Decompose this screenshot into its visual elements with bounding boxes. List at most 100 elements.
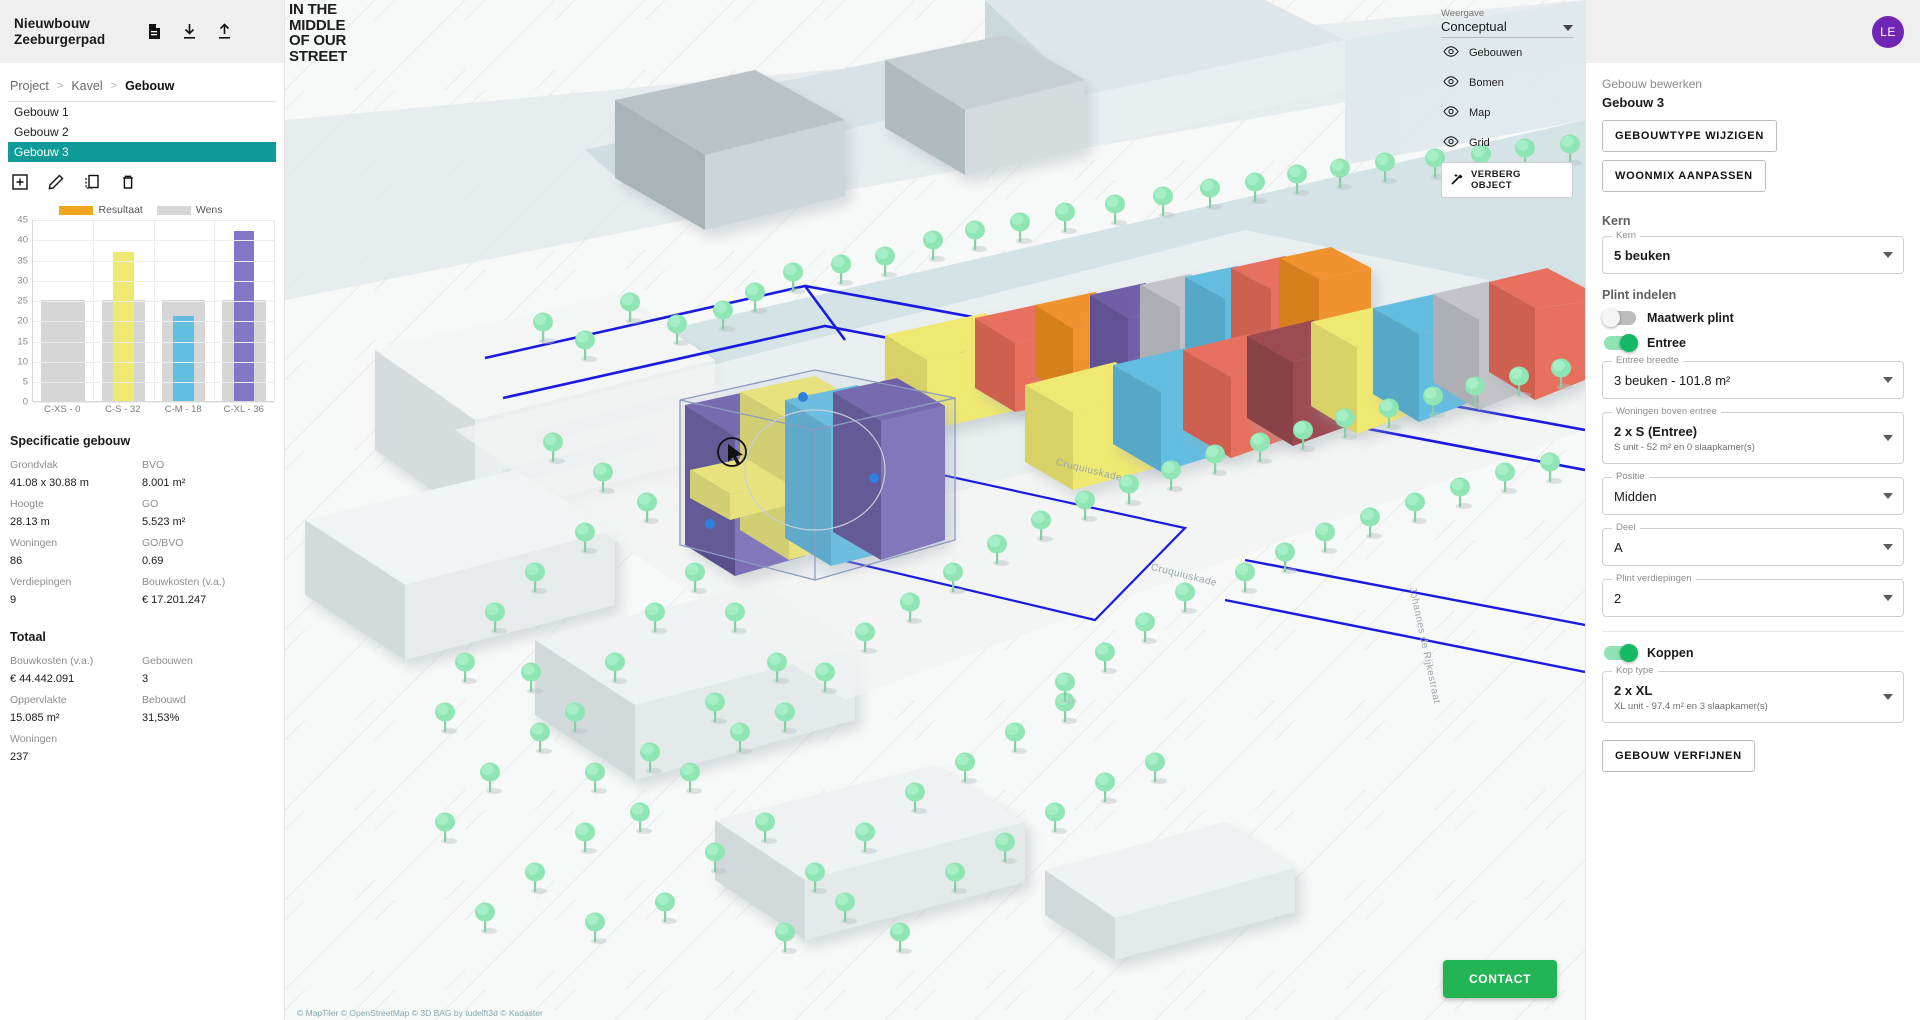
avatar[interactable]: LE bbox=[1872, 15, 1904, 48]
x-tick-label: C-M - 18 bbox=[164, 404, 202, 416]
bar-group bbox=[33, 220, 93, 402]
section-divider bbox=[1602, 631, 1904, 632]
chart-plot-area bbox=[32, 220, 275, 404]
breadcrumb: Project > Kavel > Gebouw bbox=[0, 63, 284, 101]
spec-value: 9 bbox=[10, 594, 17, 607]
layer-toggle-gebouwen[interactable]: Gebouwen bbox=[1441, 38, 1573, 68]
upload-icon[interactable] bbox=[217, 23, 232, 40]
chevron-down-icon bbox=[1563, 19, 1573, 34]
spec-value: 86 bbox=[10, 555, 23, 568]
entree-row[interactable]: Entree bbox=[1604, 334, 1904, 352]
right-header: LE bbox=[1586, 0, 1920, 63]
field-label: Deel bbox=[1612, 522, 1640, 533]
field-label: Woningen boven entree bbox=[1612, 406, 1721, 417]
layer-toggle-grid[interactable]: Grid bbox=[1441, 128, 1573, 158]
duplicate-icon[interactable] bbox=[84, 174, 100, 190]
total-grid: Bouwkosten (v.a.) Gebouwen € 44.442.091 3 Op… bbox=[10, 654, 274, 769]
delete-icon[interactable] bbox=[120, 174, 136, 190]
field-value: A bbox=[1614, 540, 1623, 555]
download-icon[interactable] bbox=[182, 23, 197, 40]
layer-label: Bomen bbox=[1469, 77, 1504, 89]
chart-plot: 45 40 35 30 25 20 15 10 5 0 C-XS - 0 C-S - 32 C-M -… bbox=[6, 215, 278, 420]
chart-x-axis: C-XS - 0 C-S - 32 C-M - 18 C-XL - 36 bbox=[32, 404, 274, 415]
edit-icon[interactable] bbox=[48, 174, 64, 190]
map-attribution[interactable]: © MapTiler © OpenStreetMap © 3D BAG by t… bbox=[297, 1008, 543, 1018]
field-label: Positie bbox=[1612, 471, 1649, 482]
list-tools bbox=[0, 162, 284, 196]
hide-object-button[interactable]: VERBERG OBJECT bbox=[1441, 162, 1573, 198]
bar-resultaat bbox=[233, 231, 255, 402]
edit-building-form: Gebouw bewerken Gebouw 3 GEBOUWTYPE WIJZ… bbox=[1586, 63, 1920, 1020]
entree-toggle[interactable] bbox=[1604, 334, 1638, 352]
chevron-down-icon bbox=[1883, 252, 1893, 258]
viewport-3d[interactable]: IN THE MIDDLE OF OUR STREET Cruquiuskade Cr… bbox=[285, 0, 1585, 1020]
field-value: 3 beuken - 101.8 m² bbox=[1614, 373, 1731, 388]
spec-value: 237 bbox=[10, 751, 29, 764]
spec-value: 15.085 m² bbox=[10, 712, 60, 725]
weergave-label: Weergave bbox=[1441, 8, 1485, 19]
kop-type-value: 2 x XL bbox=[1614, 683, 1653, 698]
chevron-down-icon bbox=[1883, 493, 1893, 499]
field-woningen-boven-entree[interactable]: Woningen boven entree 2 x S (Entree) S u… bbox=[1602, 406, 1904, 464]
layer-control: Weergave Conceptual Gebouwen Bomen Map Grid… bbox=[1441, 8, 1573, 198]
field-sub: S unit - 52 m² en 0 slaapkamer(s) bbox=[1614, 442, 1755, 453]
kern-select[interactable]: Kern 5 beuken bbox=[1602, 230, 1904, 274]
legend-swatch bbox=[156, 205, 191, 215]
contact-button[interactable]: CONTACT bbox=[1443, 960, 1557, 998]
refine-building-button[interactable]: GEBOUW VERFIJNEN bbox=[1602, 740, 1755, 772]
spec-key: Hoogte bbox=[10, 498, 44, 511]
layer-toggle-bomen[interactable]: Bomen bbox=[1441, 68, 1573, 98]
building-list-item[interactable]: Gebouw 1 bbox=[8, 102, 276, 122]
weergave-select[interactable]: Conceptual bbox=[1441, 19, 1573, 38]
spec-key: Gebouwen bbox=[142, 655, 193, 668]
kop-type-select[interactable]: Kop type 2 x XL XL unit - 97.4 m² en 3 s… bbox=[1602, 665, 1904, 723]
building-list-item[interactable]: Gebouw 3 bbox=[8, 142, 276, 162]
koppen-row[interactable]: Koppen bbox=[1604, 644, 1904, 662]
field-deel[interactable]: Deel A bbox=[1602, 522, 1904, 566]
y-tick-label: 30 bbox=[17, 275, 28, 287]
adjust-woonmix-button[interactable]: WOONMIX AANPASSEN bbox=[1602, 160, 1766, 192]
koppen-toggle[interactable] bbox=[1604, 644, 1638, 662]
left-header: Nieuwbouw Zeeburgerpad bbox=[0, 0, 284, 63]
field-positie[interactable]: Positie Midden bbox=[1602, 471, 1904, 515]
spec-value bbox=[142, 749, 274, 765]
spec-value: € 44.442.091 bbox=[10, 673, 75, 686]
field-plint-verdiepingen[interactable]: Plint verdiepingen 2 bbox=[1602, 573, 1904, 617]
spec-value: 31,53% bbox=[142, 712, 180, 725]
chevron-down-icon bbox=[1883, 377, 1893, 383]
bar-wens bbox=[41, 300, 85, 402]
field-value: 2 x S (Entree) bbox=[1614, 424, 1698, 439]
field-entree-breedte[interactable]: Entree breedte 3 beuken - 101.8 m² bbox=[1602, 355, 1904, 399]
bar-group bbox=[154, 220, 214, 402]
spec-heading: Specificatie gebouw bbox=[10, 434, 131, 449]
legend-label: Wens bbox=[195, 204, 223, 217]
breadcrumb-item-kavel[interactable]: Kavel bbox=[71, 79, 102, 93]
spec-value: € 17.201.247 bbox=[142, 594, 207, 607]
header-actions bbox=[147, 23, 270, 40]
gridline bbox=[33, 402, 274, 404]
add-icon[interactable] bbox=[12, 174, 28, 190]
scene-canvas[interactable] bbox=[285, 0, 1585, 1020]
building-list-item[interactable]: Gebouw 2 bbox=[8, 122, 276, 142]
kern-label: Kern bbox=[1612, 230, 1641, 241]
layer-toggle-map[interactable]: Map bbox=[1441, 98, 1573, 128]
spec-key: Bouwkosten (v.a.) bbox=[142, 576, 226, 589]
layer-label: Map bbox=[1469, 107, 1491, 119]
chevron-down-icon bbox=[1883, 595, 1893, 601]
gridline-vertical bbox=[93, 220, 95, 402]
maatwerk-plint-toggle[interactable] bbox=[1602, 309, 1636, 327]
document-icon[interactable] bbox=[147, 23, 162, 40]
breadcrumb-item-project[interactable]: Project bbox=[10, 79, 49, 93]
maatwerk-plint-row[interactable]: Maatwerk plint bbox=[1602, 309, 1904, 327]
bar-group bbox=[93, 220, 153, 402]
spec-key: Verdiepingen bbox=[10, 576, 72, 589]
y-tick-label: 40 bbox=[17, 234, 28, 246]
legend-swatch bbox=[59, 205, 94, 215]
breadcrumb-item-gebouw[interactable]: Gebouw bbox=[125, 79, 174, 93]
field-value: 2 bbox=[1614, 591, 1622, 606]
kop-type-label: Kop type bbox=[1612, 665, 1658, 676]
y-tick-label: 25 bbox=[17, 295, 28, 307]
right-panel: LE Gebouw bewerken Gebouw 3 GEBOUWTYPE W… bbox=[1585, 0, 1920, 1020]
change-building-type-button[interactable]: GEBOUWTYPE WIJZIGEN bbox=[1602, 120, 1777, 152]
spec-key bbox=[142, 732, 274, 747]
